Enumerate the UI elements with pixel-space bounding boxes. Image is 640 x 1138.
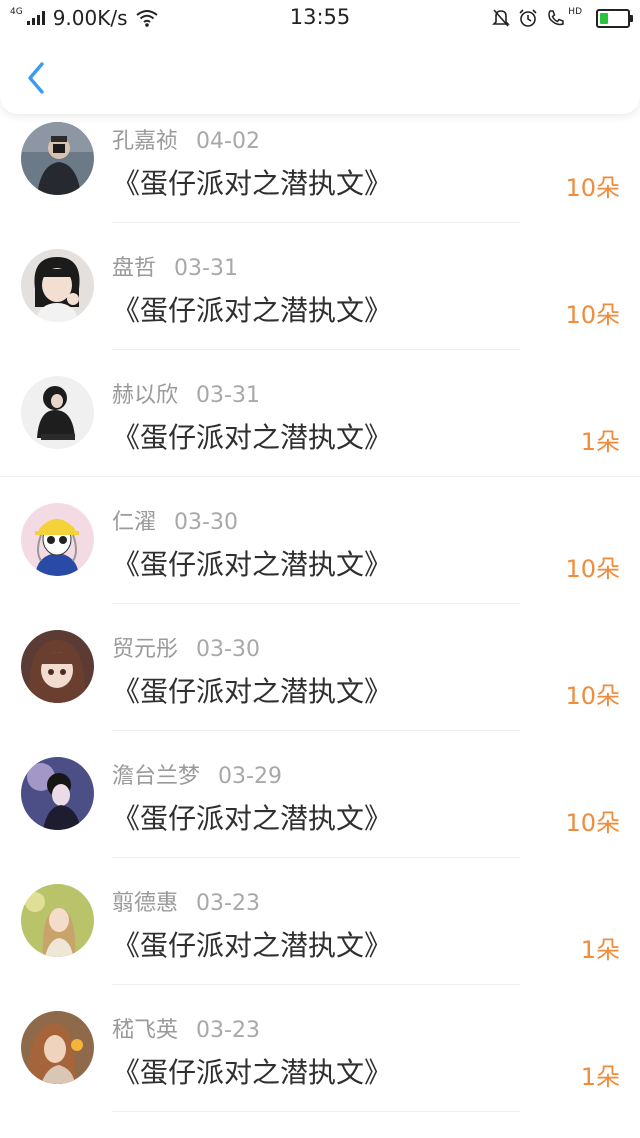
- work-title: 《蛋仔派对之潜执文》: [112, 675, 393, 708]
- list-item[interactable]: 嵇飞英 03-23 《蛋仔派对之潜执文》 1朵: [0, 985, 640, 1112]
- user-avatar[interactable]: [21, 249, 94, 322]
- user-avatar[interactable]: [21, 884, 94, 957]
- gift-date: 03-23: [196, 891, 260, 916]
- battery-charging-icon: ⚡: [596, 8, 633, 28]
- back-chevron-icon[interactable]: [22, 60, 52, 96]
- work-title: 《蛋仔派对之潜执文》: [112, 1056, 393, 1089]
- flower-count: 10朵: [565, 301, 620, 329]
- list-item[interactable]: 孔嘉祯 04-02 《蛋仔派对之潜执文》 10朵: [0, 96, 640, 223]
- user-avatar[interactable]: [21, 122, 94, 195]
- hd-label: HD: [568, 7, 582, 17]
- work-title: 《蛋仔派对之潜执文》: [112, 167, 393, 200]
- sender-meta: 仁濯 03-30: [112, 504, 238, 536]
- sender-name: 赫以欣: [112, 383, 179, 408]
- sender-name: 贸元彤: [112, 637, 179, 662]
- list-item[interactable]: 仁濯 03-30 《蛋仔派对之潜执文》 10朵: [0, 477, 640, 604]
- sender-meta: 盘哲 03-31: [112, 250, 238, 282]
- status-right: HD ⚡: [492, 6, 633, 30]
- gift-date: 03-31: [196, 383, 260, 408]
- sender-meta: 孔嘉祯 04-02: [112, 123, 260, 155]
- mute-bell-icon: [492, 9, 511, 27]
- list-item[interactable]: 盘哲 03-31 《蛋仔派对之潜执文》 10朵: [0, 223, 640, 350]
- work-title: 《蛋仔派对之潜执文》: [112, 548, 393, 581]
- user-avatar[interactable]: [21, 1011, 94, 1084]
- user-avatar[interactable]: [21, 503, 94, 576]
- sender-meta: 贸元彤 03-30: [112, 631, 260, 663]
- work-title: 《蛋仔派对之潜执文》: [112, 421, 393, 454]
- row-divider: [112, 1111, 520, 1112]
- user-avatar[interactable]: [21, 376, 94, 449]
- work-title: 《蛋仔派对之潜执文》: [112, 929, 393, 962]
- gift-date: 03-31: [174, 256, 238, 281]
- sender-name: 澹台兰梦: [112, 764, 201, 789]
- page-header: [0, 36, 640, 114]
- gift-date: 04-02: [196, 129, 260, 154]
- sender-name: 孔嘉祯: [112, 129, 179, 154]
- work-title: 《蛋仔派对之潜执文》: [112, 294, 393, 327]
- sender-meta: 翦德惠 03-23: [112, 885, 260, 917]
- sender-name: 翦德惠: [112, 891, 179, 916]
- flower-count: 10朵: [565, 682, 620, 710]
- sender-name: 盘哲: [112, 256, 157, 281]
- work-title: 《蛋仔派对之潜执文》: [112, 802, 393, 835]
- flower-count: 1朵: [580, 936, 620, 964]
- flower-count: 10朵: [565, 174, 620, 202]
- list-item[interactable]: 赫以欣 03-31 《蛋仔派对之潜执文》 1朵: [0, 350, 640, 477]
- flower-count: 1朵: [580, 1063, 620, 1091]
- sender-meta: 赫以欣 03-31: [112, 377, 260, 409]
- gift-date: 03-30: [174, 510, 238, 535]
- gift-date: 03-29: [218, 764, 282, 789]
- flower-count: 10朵: [565, 809, 620, 837]
- user-avatar[interactable]: [21, 757, 94, 830]
- list-item[interactable]: 贸元彤 03-30 《蛋仔派对之潜执文》 10朵: [0, 604, 640, 731]
- list-item[interactable]: 澹台兰梦 03-29 《蛋仔派对之潜执文》 10朵: [0, 731, 640, 858]
- sender-meta: 嵇飞英 03-23: [112, 1012, 260, 1044]
- flower-count: 1朵: [580, 428, 620, 456]
- gift-record-list: 孔嘉祯 04-02 《蛋仔派对之潜执文》 10朵 盘哲 03-31 《蛋仔派对之潜执…: [0, 0, 640, 1138]
- list-item[interactable]: 翦德惠 03-23 《蛋仔派对之潜执文》 1朵: [0, 858, 640, 985]
- sender-meta: 澹台兰梦 03-29: [112, 758, 282, 790]
- sender-name: 嵇飞英: [112, 1018, 179, 1043]
- hd-call-icon: [548, 10, 565, 26]
- status-bar: 4G 9.00K/s 13:55 HD ⚡: [0, 0, 640, 36]
- gift-date: 03-30: [196, 637, 260, 662]
- sender-name: 仁濯: [112, 510, 157, 535]
- user-avatar[interactable]: [21, 630, 94, 703]
- flower-count: 10朵: [565, 555, 620, 583]
- alarm-icon: [519, 9, 537, 27]
- gift-date: 03-23: [196, 1018, 260, 1043]
